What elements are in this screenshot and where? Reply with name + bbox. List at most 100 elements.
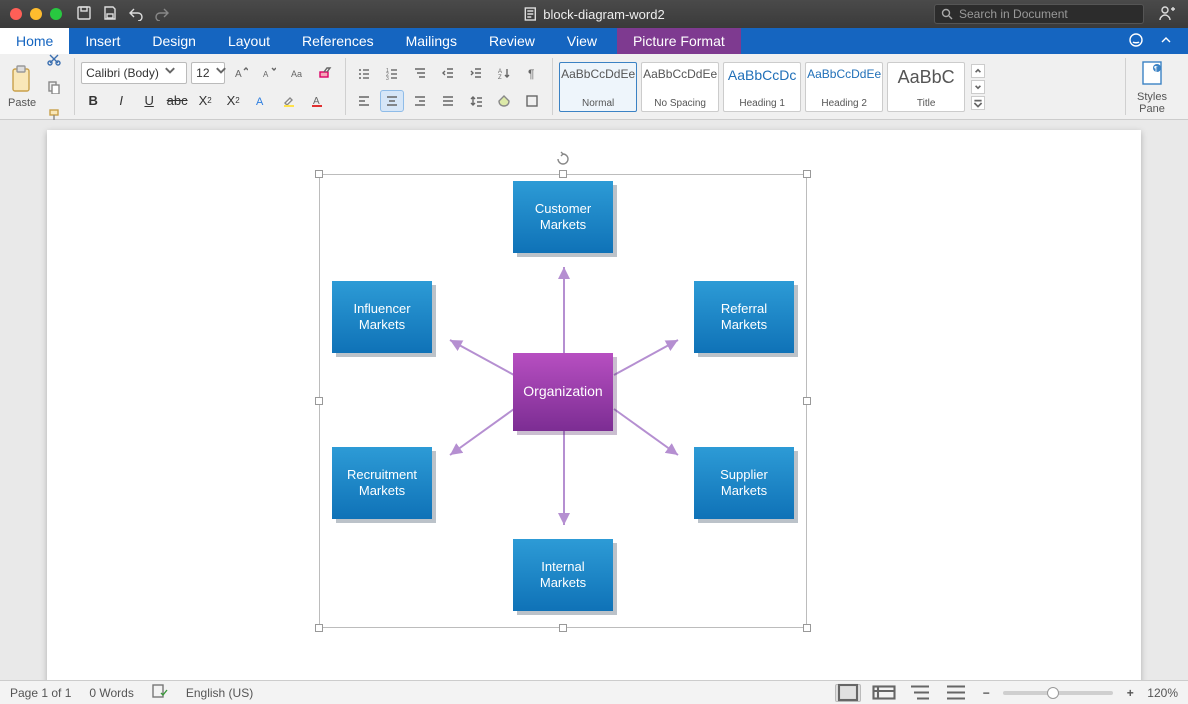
resize-handle[interactable] [315, 170, 323, 178]
paste-button[interactable]: Paste [8, 65, 36, 109]
styles-pane-button[interactable]: ¶ Styles Pane [1132, 59, 1172, 115]
multilevel-icon[interactable] [408, 62, 432, 84]
paragraph-group: 123 AZ ¶ [352, 58, 553, 115]
zoom-in-button[interactable]: + [1123, 686, 1137, 700]
tab-view[interactable]: View [551, 28, 613, 54]
resize-handle[interactable] [803, 624, 811, 632]
bold-icon[interactable]: B [81, 90, 105, 112]
tab-mailings[interactable]: Mailings [390, 28, 473, 54]
spellcheck-icon[interactable] [152, 684, 168, 701]
collapse-ribbon-icon[interactable] [1158, 32, 1174, 51]
rotate-handle-icon[interactable] [555, 151, 571, 167]
inc-indent-icon[interactable] [464, 62, 488, 84]
style-name: Heading 1 [739, 98, 785, 109]
font-size-combo[interactable]: 12 [191, 62, 225, 84]
font-color-icon[interactable]: A [305, 90, 329, 112]
align-center-icon[interactable] [380, 90, 404, 112]
search-input[interactable]: Search in Document [934, 4, 1144, 24]
style-heading-2[interactable]: AaBbCcDdEeHeading 2 [805, 62, 883, 112]
node-label: Organization [523, 383, 602, 401]
outline-view-icon[interactable] [907, 684, 933, 702]
svg-text:A: A [256, 96, 264, 108]
document-area[interactable]: CustomerMarkets InfluencerMarkets Referr… [0, 120, 1188, 680]
shrink-font-icon[interactable]: A [257, 62, 281, 84]
align-right-icon[interactable] [408, 90, 432, 112]
zoom-level[interactable]: 120% [1147, 686, 1178, 700]
web-layout-view-icon[interactable] [871, 684, 897, 702]
dec-indent-icon[interactable] [436, 62, 460, 84]
tab-insert[interactable]: Insert [69, 28, 136, 54]
resize-handle[interactable] [559, 170, 567, 178]
save-icon[interactable] [102, 5, 118, 24]
redo-icon[interactable] [154, 5, 170, 24]
style-no-spacing[interactable]: AaBbCcDdEeNo Spacing [641, 62, 719, 112]
node-label: InfluencerMarkets [353, 301, 410, 334]
maximize-window-icon[interactable] [50, 8, 62, 20]
zoom-out-button[interactable]: − [979, 686, 993, 700]
style-heading-1[interactable]: AaBbCcDcHeading 1 [723, 62, 801, 112]
page-indicator[interactable]: Page 1 of 1 [10, 686, 71, 700]
diagram-node-center: Organization [513, 353, 613, 431]
diagram-node: InfluencerMarkets [332, 281, 432, 353]
close-window-icon[interactable] [10, 8, 22, 20]
font-name-combo[interactable]: Calibri (Body) [81, 62, 187, 84]
highlight-icon[interactable] [277, 90, 301, 112]
align-left-icon[interactable] [352, 90, 376, 112]
gallery-prev-icon[interactable] [971, 64, 985, 78]
style-normal[interactable]: AaBbCcDdEeNormal [559, 62, 637, 112]
share-icon[interactable] [1158, 4, 1176, 25]
autosave-icon[interactable] [76, 5, 92, 24]
svg-text:A: A [235, 69, 242, 80]
borders-icon[interactable] [520, 90, 544, 112]
style-name: Normal [582, 98, 614, 109]
tab-references[interactable]: References [286, 28, 390, 54]
underline-icon[interactable]: U [137, 90, 161, 112]
text-effects-icon[interactable]: A [249, 90, 273, 112]
word-count[interactable]: 0 Words [89, 686, 133, 700]
gallery-more-icon[interactable] [971, 96, 985, 110]
cut-icon[interactable] [42, 48, 66, 70]
resize-handle[interactable] [803, 397, 811, 405]
svg-text:Z: Z [498, 75, 502, 80]
style-title[interactable]: AaBbCTitle [887, 62, 965, 112]
copy-icon[interactable] [42, 76, 66, 98]
diagram-node: RecruitmentMarkets [332, 447, 432, 519]
resize-handle[interactable] [803, 170, 811, 178]
line-spacing-icon[interactable] [464, 90, 488, 112]
tab-picture-format[interactable]: Picture Format [617, 28, 741, 54]
search-icon [941, 8, 953, 20]
minimize-window-icon[interactable] [30, 8, 42, 20]
resize-handle[interactable] [315, 397, 323, 405]
undo-icon[interactable] [128, 5, 144, 24]
tab-design[interactable]: Design [136, 28, 212, 54]
superscript-icon[interactable]: X2 [221, 90, 245, 112]
shading-icon[interactable] [492, 90, 516, 112]
diagram-node: ReferralMarkets [694, 281, 794, 353]
bullets-icon[interactable] [352, 62, 376, 84]
numbering-icon[interactable]: 123 [380, 62, 404, 84]
language-indicator[interactable]: English (US) [186, 686, 253, 700]
svg-text:¶: ¶ [528, 67, 534, 80]
clear-format-icon[interactable] [313, 62, 337, 84]
justify-icon[interactable] [436, 90, 460, 112]
sort-icon[interactable]: AZ [492, 62, 516, 84]
italic-icon[interactable]: I [109, 90, 133, 112]
resize-handle[interactable] [559, 624, 567, 632]
draft-view-icon[interactable] [943, 684, 969, 702]
change-case-icon[interactable]: Aa [285, 62, 309, 84]
gallery-next-icon[interactable] [971, 80, 985, 94]
subscript-icon[interactable]: X2 [193, 90, 217, 112]
feedback-icon[interactable] [1128, 32, 1144, 51]
strike-icon[interactable]: abc [165, 90, 189, 112]
show-marks-icon[interactable]: ¶ [520, 62, 544, 84]
paste-label: Paste [8, 97, 36, 109]
picture-selection-frame[interactable]: CustomerMarkets InfluencerMarkets Referr… [319, 174, 807, 628]
tab-layout[interactable]: Layout [212, 28, 286, 54]
print-layout-view-icon[interactable] [835, 684, 861, 702]
grow-font-icon[interactable]: A [229, 62, 253, 84]
styles-gallery: AaBbCcDdEeNormal AaBbCcDdEeNo Spacing Aa… [559, 58, 985, 115]
tab-review[interactable]: Review [473, 28, 551, 54]
resize-handle[interactable] [315, 624, 323, 632]
slider-thumb[interactable] [1047, 687, 1059, 699]
zoom-slider[interactable] [1003, 691, 1113, 695]
